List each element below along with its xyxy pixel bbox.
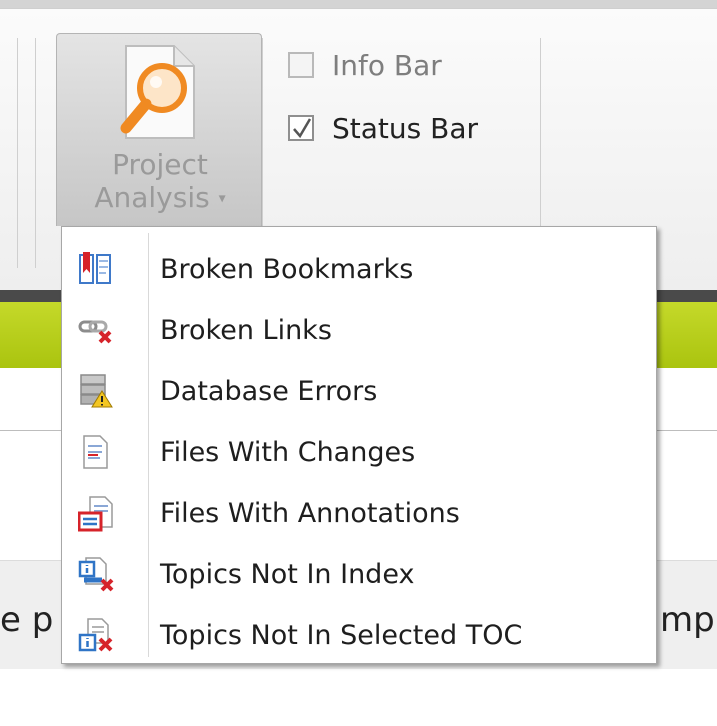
status-bar-label: Status Bar (332, 111, 479, 145)
project-analysis-button[interactable]: Project Analysis ▾ (56, 33, 262, 226)
topics-not-in-index-icon (64, 544, 148, 604)
menu-item-label: Files With Annotations (160, 497, 460, 529)
menu-item-topics-not-in-toc[interactable]: Topics Not In Selected TOC (64, 605, 654, 665)
database-errors-icon (64, 361, 148, 421)
status-bar-checkbox[interactable] (288, 115, 314, 141)
info-bar-label: Info Bar (332, 48, 442, 82)
menu-item-broken-links[interactable]: Broken Links (64, 300, 654, 360)
ribbon-separator (17, 38, 18, 268)
menu-item-label: Database Errors (160, 375, 378, 407)
menu-item-label: Broken Bookmarks (160, 253, 414, 285)
background-text-left: e p (0, 600, 54, 640)
menu-item-label: Files With Changes (160, 436, 416, 468)
project-analysis-menu: Broken Bookmarks Broken Links Database E… (61, 226, 657, 664)
menu-item-files-with-annotations[interactable]: Files With Annotations (64, 483, 654, 543)
topics-not-in-toc-icon (64, 605, 148, 665)
project-analysis-line2-text: Analysis (94, 181, 210, 214)
menu-item-files-with-changes[interactable]: Files With Changes (64, 422, 654, 482)
project-analysis-magnifier-icon (112, 42, 208, 146)
files-with-annotations-icon (64, 483, 148, 543)
chevron-down-icon: ▾ (218, 190, 226, 207)
project-analysis-label: Project Analysis ▾ (57, 148, 263, 216)
broken-links-icon (64, 300, 148, 360)
project-analysis-line2: Analysis ▾ (57, 181, 263, 216)
menu-item-label: Topics Not In Index (160, 558, 415, 590)
menu-item-label: Broken Links (160, 314, 332, 346)
checkmark-icon (293, 118, 312, 139)
background-text-right: mp (660, 600, 715, 640)
menu-item-database-errors[interactable]: Database Errors (64, 361, 654, 421)
info-bar-checkbox[interactable] (288, 52, 314, 78)
project-analysis-line1: Project (112, 148, 208, 181)
files-with-changes-icon (64, 422, 148, 482)
menu-item-broken-bookmarks[interactable]: Broken Bookmarks (64, 239, 654, 299)
info-bar-toggle[interactable]: Info Bar (288, 45, 442, 85)
broken-bookmarks-icon (64, 239, 148, 299)
top-strip (0, 0, 717, 8)
status-bar-toggle[interactable]: Status Bar (288, 108, 478, 148)
menu-item-label: Topics Not In Selected TOC (160, 619, 523, 651)
ribbon-separator (35, 38, 36, 268)
menu-item-topics-not-in-index[interactable]: Topics Not In Index (64, 544, 654, 604)
